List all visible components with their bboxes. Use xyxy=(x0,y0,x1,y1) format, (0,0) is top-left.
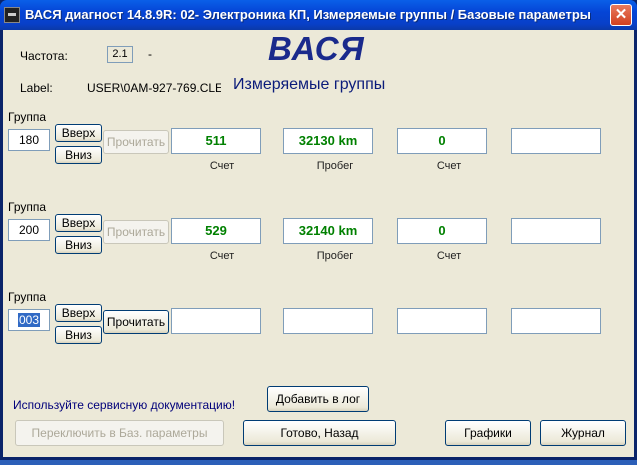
frequency-dash: - xyxy=(148,47,152,61)
frequency-value: 2.1 xyxy=(107,46,133,63)
unit-label-1: Счет xyxy=(209,160,235,172)
done-back-button[interactable]: Готово, Назад xyxy=(243,420,396,446)
value-field-4 xyxy=(511,308,601,334)
group-number-input[interactable]: 180 xyxy=(8,129,50,151)
service-doc-hint: Используйте сервисную документацию! xyxy=(13,398,236,412)
app-name-heading: ВАСЯ xyxy=(268,30,365,67)
add-to-log-button[interactable]: Добавить в лог xyxy=(267,386,369,412)
unit-label-1: Счет xyxy=(209,250,235,262)
unit-label-2: Пробег xyxy=(316,250,354,262)
value-field-1: 511 xyxy=(171,128,261,154)
unit-label-3: Счет xyxy=(436,160,462,172)
group-caption: Группа xyxy=(8,290,47,304)
unit-label-2: Пробег xyxy=(316,160,354,172)
value-field-2 xyxy=(283,308,373,334)
value-field-1: 529 xyxy=(171,218,261,244)
value-field-3: 0 xyxy=(397,128,487,154)
main-panel: Частота: 2.1 - ВАСЯ Label: USER\0AM-927-… xyxy=(3,30,634,457)
group-number-input[interactable]: 200 xyxy=(8,219,50,241)
value-field-4 xyxy=(511,128,601,154)
group-number-input[interactable]: 003 xyxy=(8,309,50,331)
value-field-3: 0 xyxy=(397,218,487,244)
value-field-2: 32140 km xyxy=(283,218,373,244)
title-bar[interactable]: ВАСЯ диагност 14.8.9R: 02- Электроника К… xyxy=(0,0,637,30)
label-file: USER\0AM-927-769.CLE xyxy=(87,81,221,95)
group-caption: Группа xyxy=(8,200,47,214)
section-title: Измеряемые группы xyxy=(233,76,386,93)
label-caption: Label: xyxy=(20,81,53,95)
group-up-button[interactable]: Вверх xyxy=(55,124,102,142)
value-field-2: 32130 km xyxy=(283,128,373,154)
app-window: ВАСЯ диагност 14.8.9R: 02- Электроника К… xyxy=(0,0,637,460)
group-down-button[interactable]: Вниз xyxy=(55,236,102,254)
unit-label-3: Счет xyxy=(436,250,462,262)
window-title: ВАСЯ диагност 14.8.9R: 02- Электроника К… xyxy=(25,7,591,22)
read-button[interactable]: Прочитать xyxy=(103,310,169,334)
value-field-4 xyxy=(511,218,601,244)
read-button[interactable]: Прочитать xyxy=(103,130,169,154)
app-icon[interactable] xyxy=(4,7,20,23)
read-button[interactable]: Прочитать xyxy=(103,220,169,244)
journal-button[interactable]: Журнал xyxy=(540,420,626,446)
group-down-button[interactable]: Вниз xyxy=(55,326,102,344)
group-up-button[interactable]: Вверх xyxy=(55,214,102,232)
group-up-button[interactable]: Вверх xyxy=(55,304,102,322)
close-button[interactable]: ✕ xyxy=(610,4,632,26)
value-field-1 xyxy=(171,308,261,334)
switch-basic-params-button[interactable]: Переключить в Баз. параметры xyxy=(15,420,224,446)
graphs-button[interactable]: Графики xyxy=(445,420,531,446)
group-down-button[interactable]: Вниз xyxy=(55,146,102,164)
value-field-3 xyxy=(397,308,487,334)
frequency-label: Частота: xyxy=(20,49,68,63)
group-caption: Группа xyxy=(8,110,47,124)
group-number-selected-text: 003 xyxy=(17,313,41,327)
desktop-background xyxy=(0,460,637,465)
